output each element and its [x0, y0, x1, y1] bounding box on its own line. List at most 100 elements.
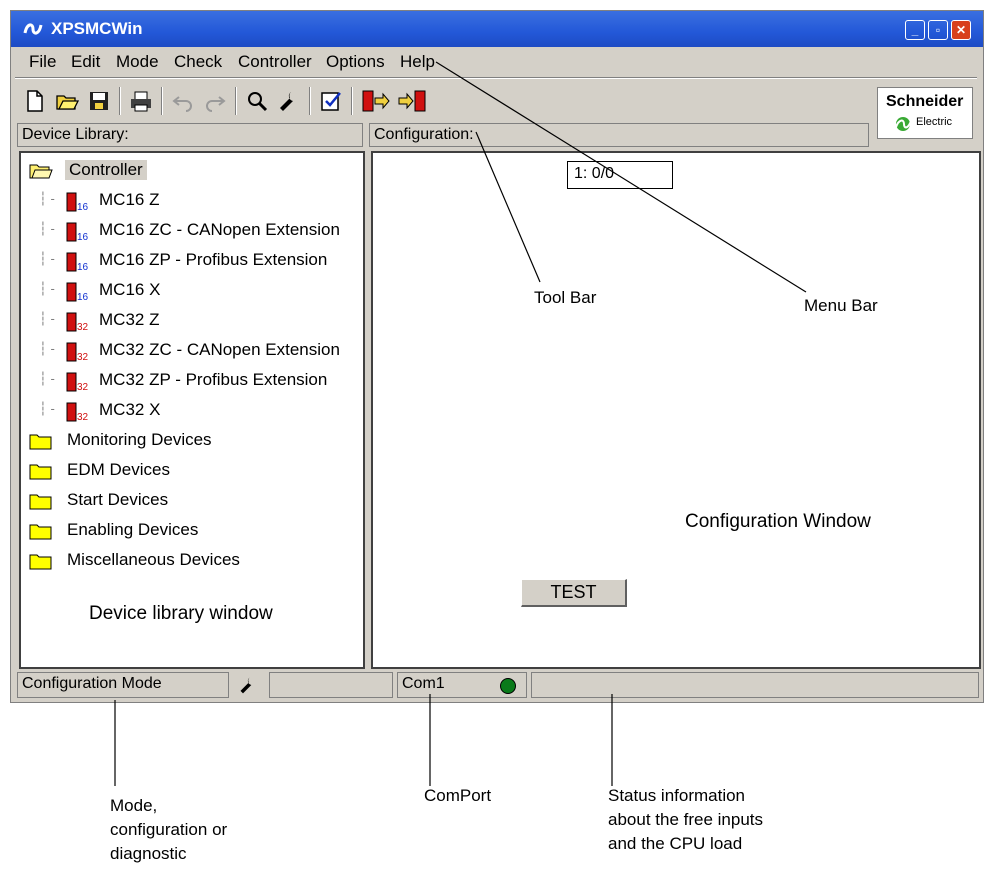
toolbar-separator	[351, 87, 353, 115]
tree-folder[interactable]: EDM Devices	[21, 457, 361, 485]
connect-icon[interactable]	[361, 89, 391, 113]
menu-separator	[15, 77, 977, 79]
brand-name: Schneider	[886, 93, 964, 110]
configuration-header: Configuration:	[369, 123, 869, 147]
test-button[interactable]: TEST	[521, 579, 627, 607]
redo-icon[interactable]	[203, 89, 227, 113]
folder-icon	[29, 434, 52, 450]
tree-item-label: MC32 Z	[99, 310, 160, 329]
annotation-status-line2: about the free inputs	[608, 810, 764, 829]
status-com-field: Com1	[397, 672, 527, 698]
schneider-logo: Schneider Electric	[877, 87, 973, 139]
controller-device-icon: 16	[66, 252, 89, 272]
toolbar-separator	[235, 87, 237, 115]
search-icon[interactable]	[245, 89, 269, 113]
toolbar-separator	[119, 87, 121, 115]
tree-item-controller[interactable]: ┆ - 32 MC32 ZC - CANopen Extension	[21, 337, 361, 365]
controller-badge: 16	[77, 232, 89, 242]
status-com: Com1	[402, 675, 445, 692]
close-button[interactable]: ✕	[951, 20, 971, 40]
tree-connector: ┆ -	[39, 401, 55, 416]
annotation-tool-bar: Tool Bar	[534, 288, 597, 307]
status-field-empty	[269, 672, 393, 698]
tree-folder[interactable]: Enabling Devices	[21, 517, 361, 545]
menu-help[interactable]: Help	[400, 52, 435, 72]
title-bar: XPSMCWin _ ▫ ✕	[11, 11, 983, 47]
connection-led	[500, 678, 516, 694]
controller-badge: 16	[77, 262, 89, 272]
folder-icon	[29, 554, 52, 570]
annotation-mode-line1: Mode,	[110, 796, 158, 815]
tree-connector: ┆ -	[39, 371, 55, 386]
annotation-menu-bar: Menu Bar	[804, 296, 878, 315]
controller-device-icon: 32	[66, 402, 89, 422]
tree-connector: ┆ -	[39, 311, 55, 326]
open-folder-icon	[29, 164, 53, 179]
tree-folder[interactable]: Miscellaneous Devices	[21, 547, 361, 575]
tree-connector: ┆ -	[39, 191, 55, 206]
check-config-icon[interactable]	[319, 89, 343, 113]
device-library-header: Device Library:	[17, 123, 363, 147]
schneider-logo-icon	[895, 117, 912, 131]
tree-connector: ┆ -	[39, 341, 55, 356]
tree-item-label: MC32 ZC - CANopen Extension	[99, 340, 340, 359]
menu-options[interactable]: Options	[326, 52, 385, 72]
app-logo-icon	[23, 23, 43, 35]
save-icon[interactable]	[87, 89, 111, 113]
controller-badge: 16	[77, 202, 89, 212]
tree-folder-controller[interactable]: Controller	[21, 157, 361, 185]
wrench-icon[interactable]	[277, 89, 301, 113]
controller-device-icon: 32	[66, 372, 89, 392]
tree-folder-label: Enabling Devices	[67, 520, 199, 539]
tree-item-controller[interactable]: ┆ - 32 MC32 X	[21, 397, 361, 425]
menu-mode[interactable]: Mode	[116, 52, 159, 72]
tree-folder-label: Monitoring Devices	[67, 430, 212, 449]
menu-edit[interactable]: Edit	[71, 52, 100, 72]
tree-item-label: MC16 X	[99, 280, 161, 299]
tree-folder[interactable]: Monitoring Devices	[21, 427, 361, 455]
controller-badge: 16	[77, 292, 89, 302]
tree-item-controller[interactable]: ┆ - 16 MC16 ZC - CANopen Extension	[21, 217, 361, 245]
tree-item-label: MC16 ZC - CANopen Extension	[99, 220, 340, 239]
print-icon[interactable]	[129, 89, 153, 113]
menu-file[interactable]: File	[29, 52, 56, 72]
tree-folder[interactable]: Start Devices	[21, 487, 361, 515]
menu-controller[interactable]: Controller	[238, 52, 312, 72]
minimize-button[interactable]: _	[905, 20, 925, 40]
controller-device-icon: 32	[66, 312, 89, 332]
annotation-mode-line2: configuration or	[110, 820, 228, 839]
controller-badge: 32	[77, 352, 89, 362]
menu-check[interactable]: Check	[174, 52, 222, 72]
undo-icon[interactable]	[171, 89, 195, 113]
tree-folder-label: Miscellaneous Devices	[67, 550, 240, 569]
open-folder-icon[interactable]	[55, 89, 79, 113]
annotation-status-line3: and the CPU load	[608, 834, 743, 853]
tree-item-controller[interactable]: ┆ - 32 MC32 ZP - Profibus Extension	[21, 367, 361, 395]
tree-item-label: MC32 ZP - Profibus Extension	[99, 370, 328, 389]
toolbar-separator	[161, 87, 163, 115]
tree-item-label: MC32 X	[99, 400, 161, 419]
status-mode: Configuration Mode	[17, 672, 229, 698]
new-file-icon[interactable]	[23, 89, 47, 113]
brand-sub: Electric	[916, 116, 953, 128]
controller-address-box[interactable]: 1: 0/0	[567, 161, 673, 189]
tree-connector: ┆ -	[39, 221, 55, 236]
tree-item-controller[interactable]: ┆ - 32 MC32 Z	[21, 307, 361, 335]
tree-item-label: MC16 ZP - Profibus Extension	[99, 250, 328, 269]
controller-device-icon: 32	[66, 342, 89, 362]
controller-badge: 32	[77, 382, 89, 392]
tree-item-controller[interactable]: ┆ - 16 MC16 Z	[21, 187, 361, 215]
disconnect-icon[interactable]	[397, 89, 427, 113]
annotation-status-line1: Status information	[608, 786, 746, 805]
window-title: XPSMCWin	[51, 19, 143, 38]
tree-item-controller[interactable]: ┆ - 16 MC16 X	[21, 277, 361, 305]
maximize-button[interactable]: ▫	[928, 20, 948, 40]
folder-icon	[29, 524, 52, 540]
tree-item-controller[interactable]: ┆ - 16 MC16 ZP - Profibus Extension	[21, 247, 361, 275]
status-info-field	[531, 672, 979, 698]
folder-icon	[29, 464, 52, 480]
folder-icon	[29, 494, 52, 510]
controller-badge: 32	[77, 412, 89, 422]
menu-bar: File Edit Mode Check Controller Options …	[11, 49, 983, 75]
toolbar	[11, 81, 871, 123]
